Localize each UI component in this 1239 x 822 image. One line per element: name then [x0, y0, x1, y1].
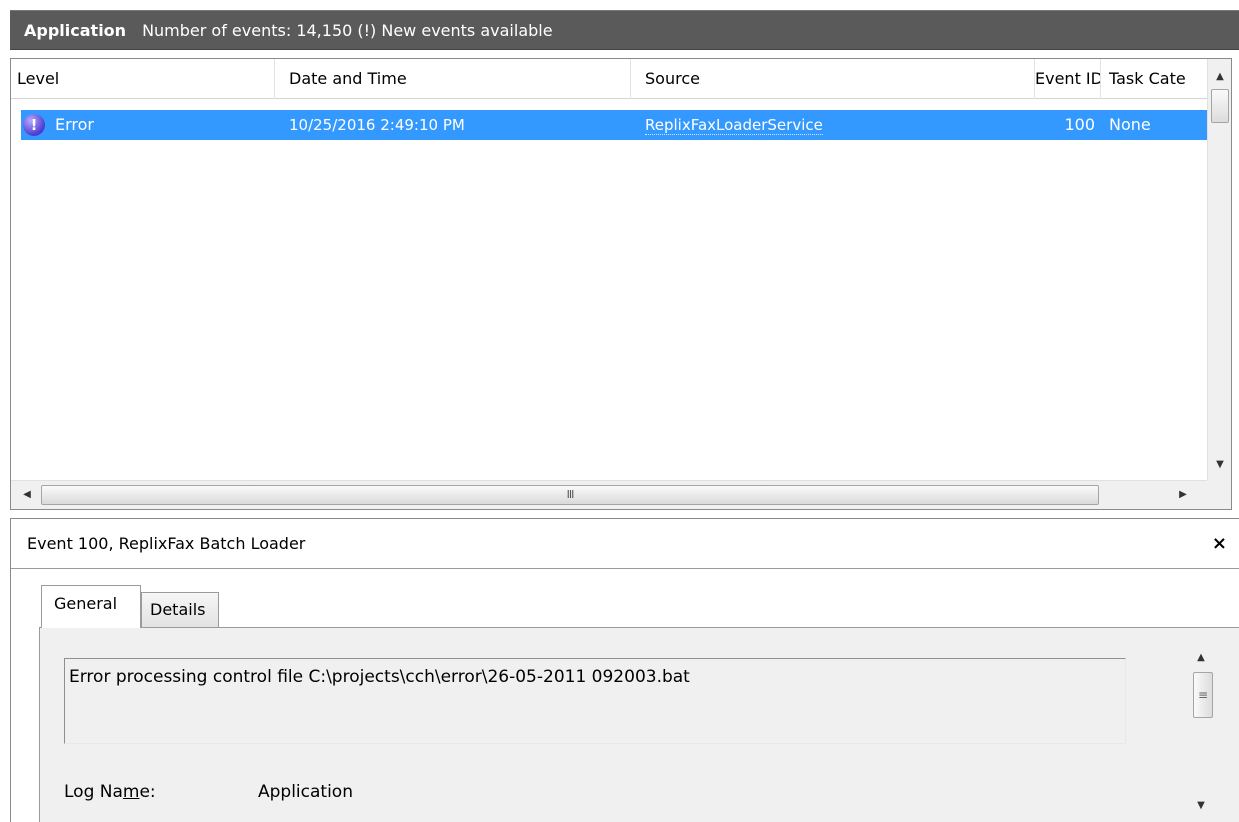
scroll-up-icon[interactable]: ▲ [1208, 67, 1232, 87]
event-level: Error [55, 115, 94, 134]
log-name-label: Log Name: [64, 782, 156, 802]
event-message-box[interactable]: Error processing control file C:\project… [64, 658, 1126, 744]
event-row[interactable]: ! Error 10/25/2016 2:49:10 PM ReplixFaxL… [21, 110, 1207, 140]
log-name-value: Application [258, 782, 353, 802]
horizontal-scroll-thumb[interactable]: III [41, 485, 1099, 505]
event-count-summary[interactable]: Number of events: 14,150 (!) New events … [142, 21, 553, 40]
column-header-source[interactable]: Source [631, 59, 1035, 99]
scroll-thumb[interactable]: ≡ [1193, 672, 1213, 718]
detail-title: Event 100, ReplixFax Batch Loader [27, 534, 306, 553]
scroll-up-icon[interactable]: ▲ [1188, 648, 1214, 668]
tab-general[interactable]: General [41, 585, 141, 628]
tab-details[interactable]: Details [141, 592, 219, 628]
general-tab-content: Error processing control file C:\project… [39, 627, 1239, 822]
detail-title-bar: Event 100, ReplixFax Batch Loader × [11, 519, 1239, 569]
scroll-right-icon[interactable]: ▶ [1171, 481, 1195, 509]
column-header-row: Level Date and Time Source Event ID Task… [11, 59, 1207, 99]
event-task-category: None [1109, 115, 1151, 134]
list-horizontal-scrollbar[interactable]: ◀ III ▶ [11, 480, 1207, 509]
event-source-link[interactable]: ReplixFaxLoaderService [645, 116, 823, 135]
close-icon[interactable]: × [1212, 519, 1227, 569]
log-name-title: Application [24, 20, 127, 40]
detail-vertical-scrollbar[interactable]: ▲ ≡ ▼ [1188, 628, 1214, 822]
log-header-bar: Application Number of events: 14,150 (!)… [10, 10, 1239, 50]
scroll-down-icon[interactable]: ▼ [1188, 796, 1214, 816]
scrollbar-corner [1207, 480, 1231, 509]
event-list-panel: Level Date and Time Source Event ID Task… [10, 58, 1232, 510]
scroll-down-icon[interactable]: ▼ [1208, 455, 1232, 475]
scroll-thumb[interactable] [1211, 89, 1229, 123]
event-date-time: 10/25/2016 2:49:10 PM [289, 116, 465, 134]
event-id: 100 [1064, 115, 1095, 134]
column-header-event-id[interactable]: Event ID [1035, 59, 1101, 99]
scroll-left-icon[interactable]: ◀ [15, 481, 39, 509]
column-header-date-time[interactable]: Date and Time [275, 59, 631, 99]
column-header-level[interactable]: Level [11, 59, 275, 99]
event-detail-panel: Event 100, ReplixFax Batch Loader × Gene… [10, 518, 1239, 822]
event-source: ReplixFaxLoaderService [631, 110, 1035, 140]
list-vertical-scrollbar[interactable]: ▲ ▼ [1207, 59, 1231, 480]
column-header-task-category[interactable]: Task Cate [1101, 59, 1207, 99]
